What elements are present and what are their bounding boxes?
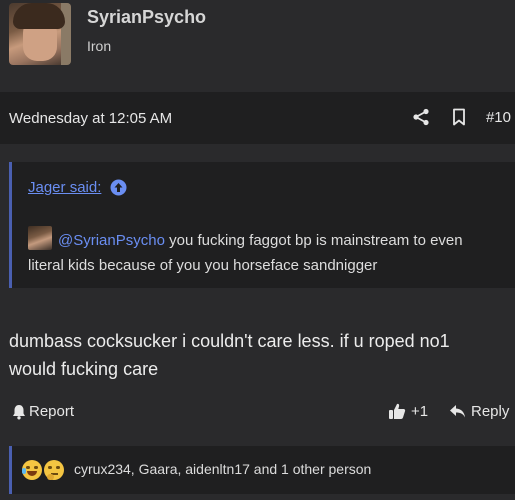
reaction-emoji-list [22, 460, 66, 480]
quote-author-link[interactable]: Jager said: [28, 179, 101, 196]
user-title: Iron [87, 38, 112, 54]
user-mention-link[interactable]: @SyrianPsycho [58, 232, 165, 249]
report-button[interactable]: Report [12, 403, 74, 420]
thinking-emoji-icon[interactable] [44, 460, 64, 480]
like-count: +1 [411, 402, 429, 420]
post-meta-actions: #10 [410, 106, 511, 128]
quote-header: Jager said: [28, 178, 127, 196]
reply-arrow-icon [450, 405, 465, 418]
user-block: SyrianPsycho Iron [0, 0, 515, 92]
post-number-link[interactable]: #10 [486, 109, 511, 126]
post-container: SyrianPsycho Iron Wednesday at 12:05 AM … [0, 0, 515, 500]
bell-icon [13, 404, 25, 419]
bookmark-icon[interactable] [448, 106, 470, 128]
report-label: Report [29, 403, 75, 420]
reply-label: Reply [471, 403, 510, 420]
share-icon[interactable] [410, 106, 432, 128]
post-actions: Report +1 Reply [0, 398, 515, 428]
quote-block: Jager said: @SyrianPsycho you fucking fa… [9, 162, 515, 288]
thumbs-up-icon [389, 403, 406, 419]
reply-button[interactable]: Reply [449, 403, 509, 420]
avatar[interactable] [9, 3, 71, 65]
arrow-up-circle-icon[interactable] [109, 178, 127, 196]
quote-body: @SyrianPsycho you fucking faggot bp is m… [28, 226, 478, 278]
reactions-bar: cyrux234, Gaara, aidenltn17 and 1 other … [9, 446, 515, 494]
post-date[interactable]: Wednesday at 12:05 AM [9, 110, 172, 127]
post-message: dumbass cocksucker i couldn't care less.… [9, 331, 450, 379]
reaction-summary-link[interactable]: cyrux234, Gaara, aidenltn17 and 1 other … [74, 461, 371, 477]
username[interactable]: SyrianPsycho [87, 7, 206, 28]
quoted-mention-avatar [28, 226, 52, 250]
like-button[interactable]: +1 [388, 402, 428, 420]
laughing-emoji-icon[interactable] [22, 460, 42, 480]
post-meta-bar: Wednesday at 12:05 AM #10 [0, 92, 515, 144]
